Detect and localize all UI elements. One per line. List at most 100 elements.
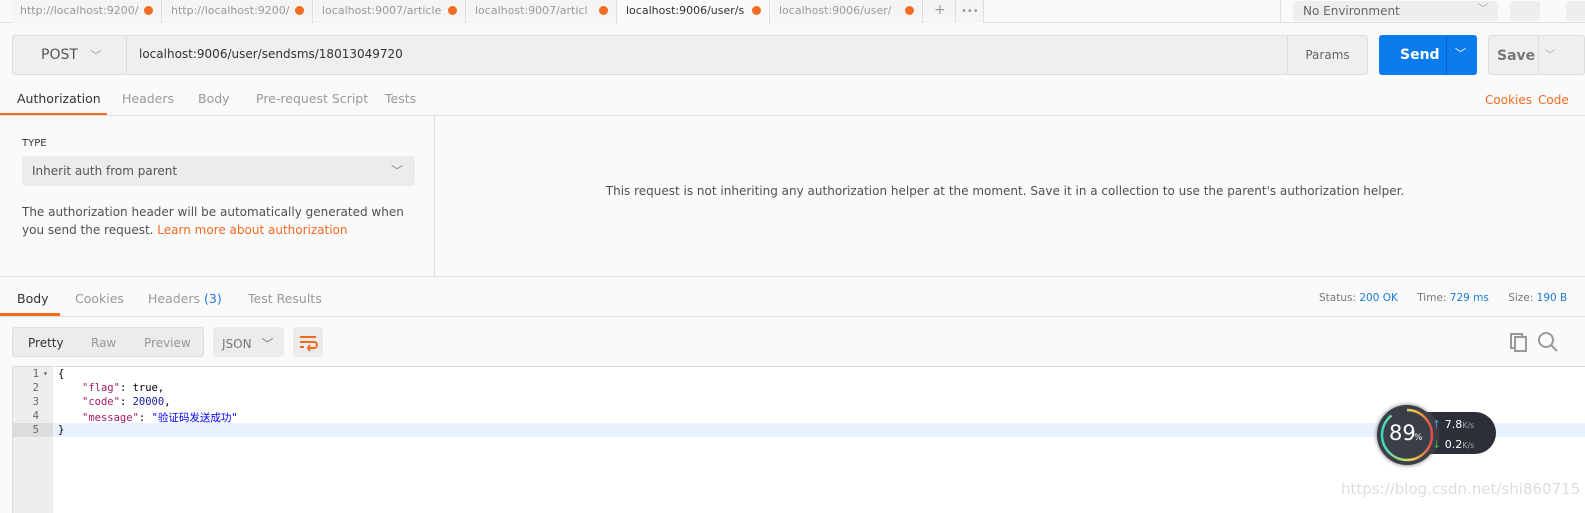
params-button[interactable]: Params xyxy=(1287,36,1367,74)
chevron-down-icon: ﹀ xyxy=(1478,4,1488,15)
search-icon[interactable] xyxy=(1537,331,1559,353)
auth-message: This request is not inheriting any autho… xyxy=(605,184,1405,198)
tab-label: localhost:9007/article xyxy=(322,4,442,17)
headers-label: Headers xyxy=(148,291,201,306)
divider xyxy=(1280,0,1281,23)
chevron-down-icon: ﹀ xyxy=(390,164,403,178)
method-select[interactable]: POST ﹀ xyxy=(13,36,127,74)
request-tab[interactable]: localhost:9007/article xyxy=(314,0,466,23)
cpu-gauge: 89% xyxy=(1377,405,1437,465)
eye-icon[interactable] xyxy=(1510,1,1540,21)
headers-count: (3) xyxy=(204,291,222,306)
save-button[interactable]: Save ﹀ xyxy=(1488,35,1585,75)
auth-type-select[interactable]: Inherit auth from parent ﹀ xyxy=(22,156,415,186)
wrap-icon xyxy=(300,336,318,352)
tab-bar: http://localhost:9200/ http://localhost:… xyxy=(0,0,1585,24)
format-select[interactable]: JSON ﹀ xyxy=(213,327,284,357)
request-tab[interactable]: localhost:9007/article/ xyxy=(467,0,617,23)
environment-label: No Environment xyxy=(1303,4,1400,18)
tab-label: localhost:9007/article/ xyxy=(475,4,587,17)
response-meta: Status: 200 OK Time: 729 ms Size: 190 B xyxy=(1319,292,1567,304)
tab-label: http://localhost:9200/ xyxy=(171,4,290,17)
more-tabs-button[interactable]: ••• xyxy=(956,0,984,23)
json-key: "code" xyxy=(82,396,120,408)
tab-response-cookies[interactable]: Cookies xyxy=(75,285,124,316)
divider xyxy=(1446,35,1447,75)
chevron-down-icon: ﹀ xyxy=(261,337,274,351)
preview-button[interactable]: Preview xyxy=(144,336,191,350)
request-tab[interactable]: localhost:9006/user/r xyxy=(771,0,923,23)
code-line: "flag": true, xyxy=(82,382,164,394)
environment-select[interactable]: No Environment ﹀ xyxy=(1293,1,1498,21)
json-key: "flag" xyxy=(82,382,120,394)
format-label: JSON xyxy=(222,337,252,351)
url-bar: POST ﹀ localhost:9006/user/sendsms/18013… xyxy=(12,35,1368,75)
view-mode-group: Pretty Raw Preview xyxy=(12,327,204,357)
fold-arrow-icon[interactable]: ▾ xyxy=(43,369,48,378)
request-tab-active[interactable]: localhost:9006/user/s xyxy=(618,0,770,24)
send-label: Send xyxy=(1400,47,1440,63)
chevron-down-icon[interactable]: ﹀ xyxy=(1545,46,1555,61)
tab-pre-request-script[interactable]: Pre-request Script xyxy=(256,85,368,116)
auth-type-value: Inherit auth from parent xyxy=(32,164,178,178)
url-input[interactable]: localhost:9006/user/sendsms/18013049720 xyxy=(139,47,403,61)
tab-headers[interactable]: Headers xyxy=(122,85,174,116)
tab-test-results[interactable]: Test Results xyxy=(248,285,322,316)
percent-sign: % xyxy=(1414,433,1423,443)
line-number: 2 xyxy=(32,382,39,394)
json-key: "message" xyxy=(82,412,139,424)
tab-label: localhost:9006/user/s xyxy=(626,4,745,17)
line-number: 3 xyxy=(32,396,39,408)
tab-authorization[interactable]: Authorization xyxy=(0,85,107,116)
watermark: https://blog.csdn.net/shi860715 xyxy=(1341,480,1581,498)
request-tab[interactable]: http://localhost:9200/ xyxy=(12,0,162,23)
json-value: "验证码发送成功" xyxy=(151,412,238,424)
tab-label: http://localhost:9200/ xyxy=(20,4,139,17)
code-line: { xyxy=(58,368,65,380)
time-value: 729 ms xyxy=(1449,292,1489,304)
divider xyxy=(0,316,1585,317)
size-value: 190 B xyxy=(1536,292,1568,304)
json-sep: : xyxy=(119,396,133,408)
line-number: 4 xyxy=(32,410,39,422)
code-line: "code": 20000, xyxy=(82,396,171,408)
divider xyxy=(1538,36,1539,74)
cpu-percent: 89 xyxy=(1389,421,1416,445)
save-label: Save xyxy=(1497,48,1536,64)
learn-more-link[interactable]: Learn more about authorization xyxy=(157,223,347,237)
json-sep: : xyxy=(119,382,133,394)
json-value: 20000 xyxy=(132,396,165,408)
unsaved-dot-icon xyxy=(905,6,914,15)
time-label: Time: xyxy=(1417,292,1447,304)
tab-body[interactable]: Body xyxy=(198,85,230,116)
pretty-button[interactable]: Pretty xyxy=(28,336,64,350)
json-comma: , xyxy=(164,396,171,408)
divider xyxy=(0,276,1585,277)
send-button[interactable]: Send ﹀ xyxy=(1379,35,1477,75)
new-tab-button[interactable]: + xyxy=(924,0,956,23)
wrap-lines-button[interactable] xyxy=(293,327,323,357)
status-label: Status: xyxy=(1319,292,1356,304)
upload-unit: K/s xyxy=(1462,421,1475,430)
cookies-link[interactable]: Cookies xyxy=(1485,93,1532,107)
download-unit: K/s xyxy=(1462,441,1475,450)
tab-tests[interactable]: Tests xyxy=(385,85,416,116)
tab-response-headers[interactable]: Headers (3) xyxy=(148,285,222,316)
auth-description: The authorization header will be automat… xyxy=(22,203,417,239)
active-line-highlight xyxy=(13,423,1585,437)
upload-speed: ↑ 7.8K/s xyxy=(1432,418,1474,431)
chevron-down-icon[interactable]: ﹀ xyxy=(1455,45,1466,61)
raw-button[interactable]: Raw xyxy=(91,336,116,350)
line-number: 5 xyxy=(32,424,39,436)
tab-label: localhost:9006/user/r xyxy=(779,4,891,17)
download-value: 0.2 xyxy=(1444,438,1463,451)
download-speed: ↓ 0.2K/s xyxy=(1432,438,1474,451)
unsaved-dot-icon xyxy=(599,6,608,15)
copy-icon[interactable] xyxy=(1508,331,1530,353)
gear-icon[interactable] xyxy=(1566,1,1585,21)
tab-response-body[interactable]: Body xyxy=(0,285,60,316)
code-line: "message": "验证码发送成功" xyxy=(82,410,238,425)
code-link[interactable]: Code xyxy=(1538,93,1569,107)
request-tab[interactable]: http://localhost:9200/ xyxy=(163,0,313,23)
chevron-down-icon: ﹀ xyxy=(90,49,102,62)
